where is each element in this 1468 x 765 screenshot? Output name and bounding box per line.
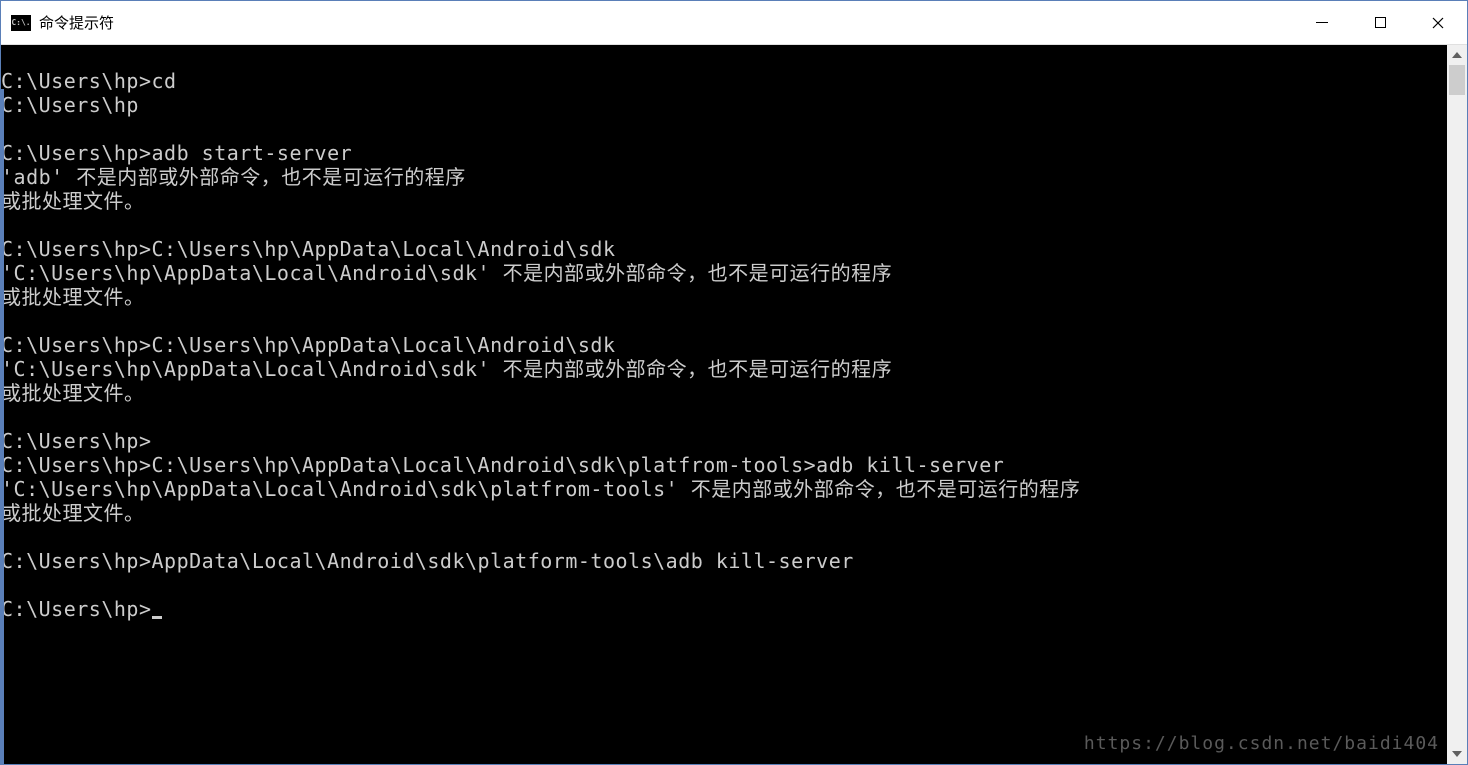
minimize-icon: [1316, 22, 1328, 23]
scrollbar-down-arrow-icon[interactable]: [1447, 744, 1467, 764]
cmd-icon: C:\.: [11, 15, 31, 31]
scrollbar-thumb[interactable]: [1449, 65, 1465, 95]
close-icon: [1432, 17, 1444, 29]
cmd-icon-text: C:\.: [11, 18, 30, 27]
titlebar[interactable]: C:\. 命令提示符: [1, 1, 1467, 45]
close-button[interactable]: [1409, 1, 1467, 44]
maximize-button[interactable]: [1351, 1, 1409, 44]
watermark-text: https://blog.csdn.net/baidi404: [1084, 733, 1439, 754]
command-prompt-window: C:\. 命令提示符 C:\Users\hp>cd C:\Users\hp C:…: [0, 0, 1468, 765]
window-title: 命令提示符: [39, 12, 114, 33]
vertical-scrollbar[interactable]: [1447, 45, 1467, 764]
maximize-icon: [1375, 17, 1386, 28]
terminal-output[interactable]: C:\Users\hp>cd C:\Users\hp C:\Users\hp>a…: [1, 45, 1447, 764]
scrollbar-up-arrow-icon[interactable]: [1447, 45, 1467, 65]
scrollbar-track[interactable]: [1447, 65, 1467, 744]
terminal-container: C:\Users\hp>cd C:\Users\hp C:\Users\hp>a…: [1, 45, 1467, 764]
window-left-edge: [1, 89, 4, 764]
minimize-button[interactable]: [1293, 1, 1351, 44]
window-controls: [1293, 1, 1467, 44]
